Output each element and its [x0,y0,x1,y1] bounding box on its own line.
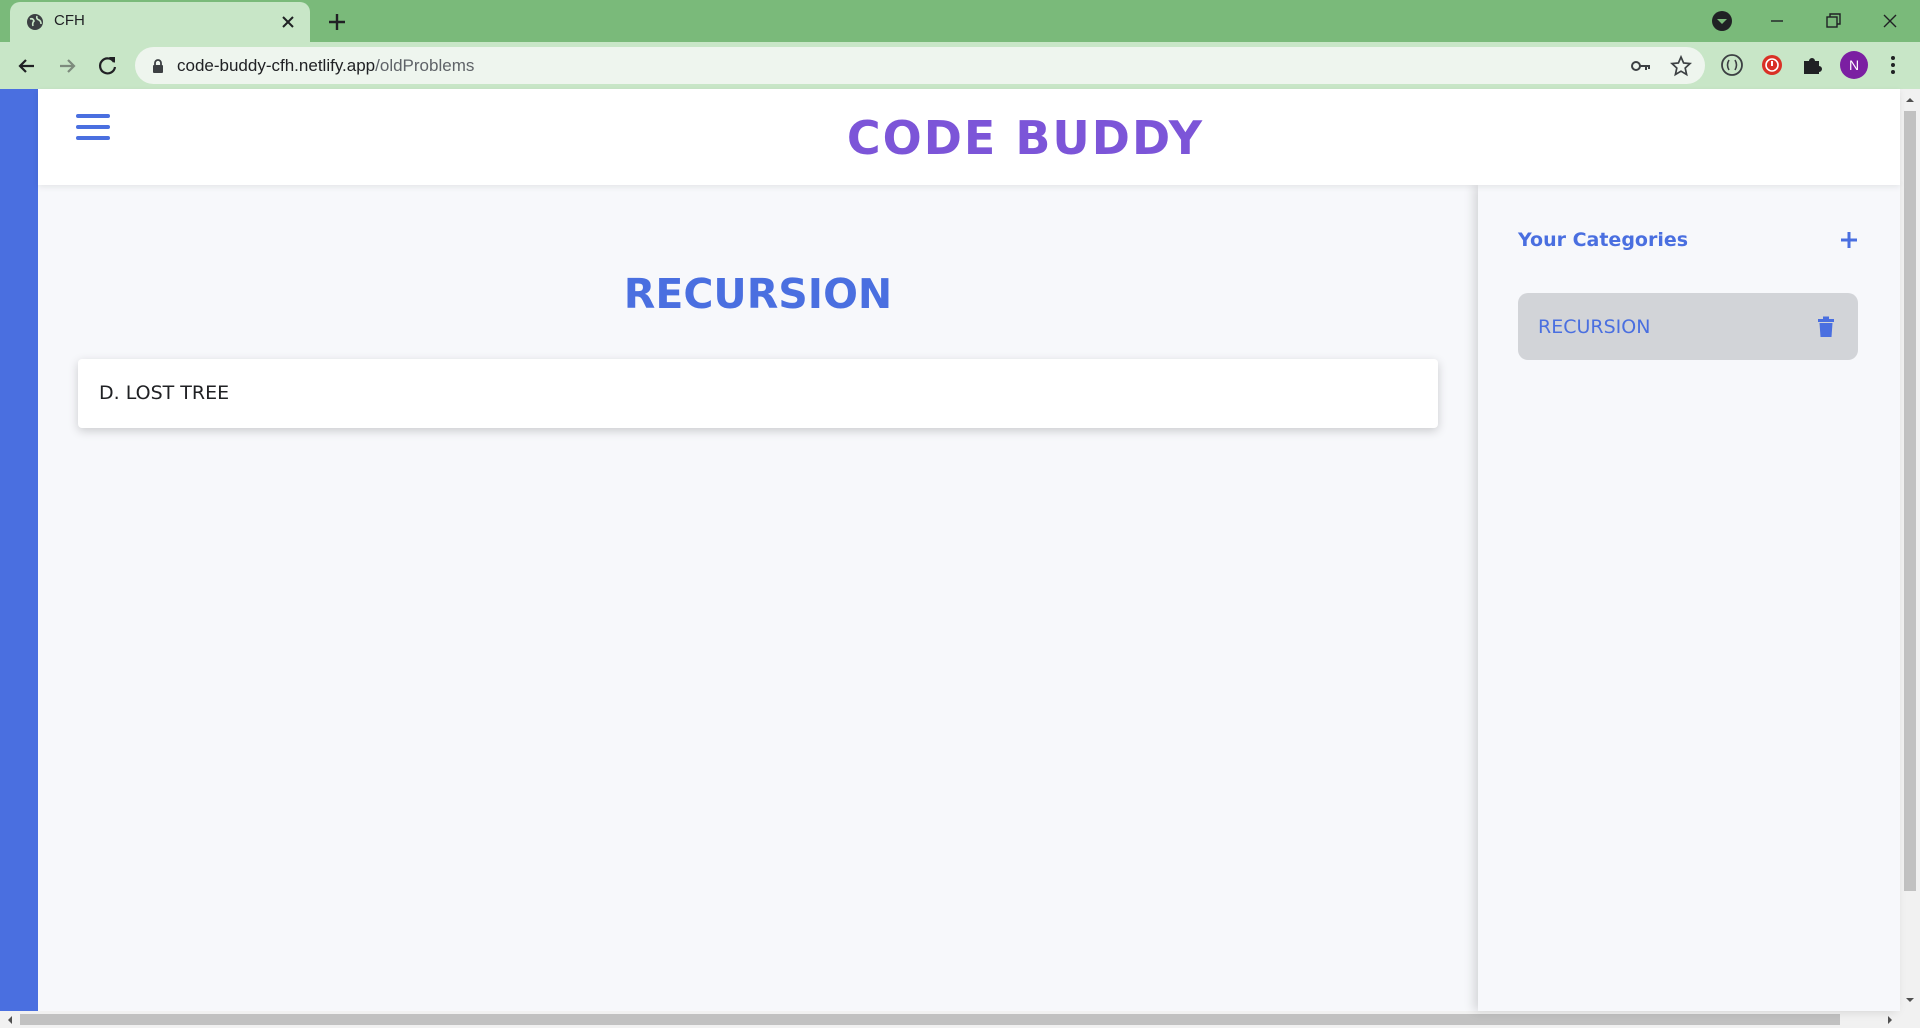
browser-tab-strip: CFH [0,0,1920,42]
back-icon[interactable] [14,53,40,79]
close-tab-icon[interactable] [278,12,298,32]
vertical-scroll-thumb[interactable] [1904,111,1916,891]
browser-tab[interactable]: CFH [10,2,310,42]
categories-heading: Your Categories [1518,229,1689,251]
main-content: RECURSION D. LOST TREE [38,185,1478,1011]
key-icon[interactable] [1630,55,1652,77]
app-header: CODE BUDDY [38,89,1900,185]
left-accent-strip [0,89,38,1011]
browser-toolbar: code-buddy-cfh.netlify.app/oldProblems N [0,42,1920,89]
profile-avatar[interactable]: N [1840,51,1868,79]
bookmark-star-icon[interactable] [1670,55,1692,77]
app-logo-title: CODE BUDDY [846,111,1205,165]
category-item[interactable]: RECURSION [1518,293,1858,360]
scroll-up-arrow-icon[interactable] [1905,95,1915,105]
problem-card[interactable]: D. LOST TREE [78,359,1438,428]
problem-title: D. LOST TREE [99,382,230,404]
url-path: /oldProblems [375,56,475,75]
url-text[interactable]: code-buddy-cfh.netlify.app/oldProblems [177,56,474,76]
forward-icon[interactable] [54,53,80,79]
horizontal-scroll-thumb[interactable] [20,1014,1840,1025]
restore-icon[interactable] [1820,8,1846,34]
category-label: RECURSION [1538,316,1651,338]
horizontal-scrollbar[interactable] [0,1011,1920,1028]
extension-shield-icon[interactable] [1759,52,1785,78]
browser-menu-icon[interactable] [1880,52,1906,78]
page-title: RECURSION [623,270,893,318]
categories-sidebar: Your Categories RECURSION [1478,185,1900,1011]
tab-title: CFH [54,12,85,29]
globe-icon [27,14,43,30]
reload-icon[interactable] [95,53,121,79]
lock-icon[interactable] [151,58,165,74]
scroll-right-arrow-icon[interactable] [1885,1015,1895,1025]
trash-icon[interactable] [1817,316,1835,338]
url-domain: code-buddy-cfh.netlify.app [177,56,376,75]
address-bar[interactable]: code-buddy-cfh.netlify.app/oldProblems [135,47,1705,84]
window-close-icon[interactable] [1877,8,1903,34]
extensions-puzzle-icon[interactable] [1799,52,1825,78]
vertical-scrollbar[interactable] [1900,89,1920,1011]
scroll-left-arrow-icon[interactable] [5,1015,15,1025]
extension-brackets-icon[interactable] [1719,52,1745,78]
new-tab-icon[interactable] [325,10,349,34]
tab-search-icon[interactable] [1709,8,1735,34]
add-category-icon[interactable] [1838,229,1860,251]
minimize-icon[interactable] [1764,8,1790,34]
scroll-down-arrow-icon[interactable] [1905,995,1915,1005]
